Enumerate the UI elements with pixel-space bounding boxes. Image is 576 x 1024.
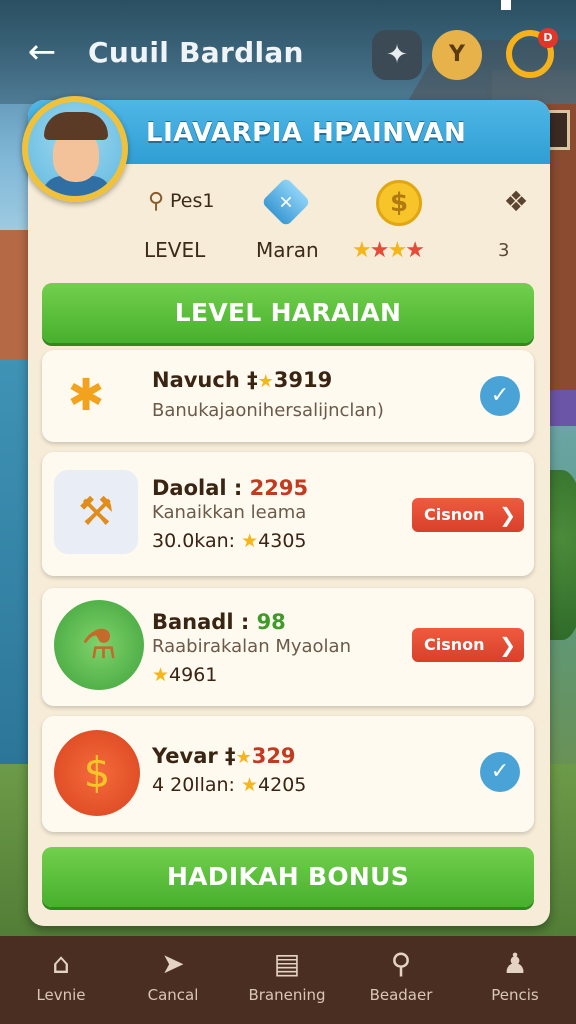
- task-title-text: Yevar: [152, 744, 218, 768]
- nav-label: Branening: [248, 986, 326, 1004]
- task-subtitle: Raabirakalan Myaolan: [152, 636, 351, 657]
- notification-badge: D: [538, 28, 558, 48]
- task-meta: 30.0kan: ★4305: [152, 530, 307, 552]
- chevron-right-icon: ❯: [499, 633, 516, 657]
- nav-item-cancel[interactable]: ➤ Cancal: [118, 944, 228, 1020]
- nav-item-home[interactable]: ⌂ Levnie: [6, 944, 116, 1020]
- nav-item-people[interactable]: ♟ Pencis: [460, 944, 570, 1020]
- star-icon: ★: [369, 238, 390, 263]
- star-icon: ★: [241, 530, 259, 552]
- star-icon: ★: [387, 238, 407, 263]
- gem-icon: +: [261, 177, 311, 227]
- task-title-text: Navuch: [152, 368, 240, 392]
- task-title: Daolal : 2295: [152, 476, 309, 500]
- bottom-nav: ⌂ Levnie ➤ Cancal ▤ Branening ⚲ Beadaer …: [0, 936, 576, 1024]
- check-icon: ✓: [480, 752, 520, 792]
- task-row[interactable]: $ Yevar ‡★329 4 20llan: ★4205 ✓: [42, 716, 534, 832]
- bonus-button[interactable]: HADIKAH BONUS: [42, 847, 534, 907]
- puzzle-icon: ✦: [386, 40, 408, 70]
- nav-label: Pencis: [491, 986, 539, 1004]
- action-label: Cisnon: [424, 505, 485, 524]
- back-button[interactable]: ←: [22, 30, 62, 74]
- nav-item-list[interactable]: ▤ Branening: [232, 944, 342, 1020]
- task-row[interactable]: ✱ Navuch ‡★3919 Banukajaonihersalijnclan…: [42, 350, 534, 442]
- task-meta-label: 4 20llan:: [152, 774, 235, 796]
- task-title-text: Daolal: [152, 476, 227, 500]
- task-meta-value: 4305: [258, 530, 307, 552]
- extra-value: 3: [498, 240, 510, 261]
- task-title: Navuch ‡★3919: [152, 368, 333, 392]
- nav-label: Beadaer: [369, 986, 433, 1004]
- profile-button[interactable]: Y: [432, 30, 482, 80]
- star-icon: ★: [405, 238, 425, 263]
- gold-bars-icon: ✱: [67, 370, 105, 421]
- task-meta: 4 20llan: ★4205: [152, 774, 306, 796]
- arrow-left-icon: ←: [27, 32, 57, 72]
- coin-icon: $: [376, 180, 422, 226]
- task-title-value: 329: [251, 744, 296, 768]
- share-button[interactable]: ✦: [372, 30, 422, 80]
- check-icon: ✓: [480, 376, 520, 416]
- laptop-icon: ⚒: [54, 470, 138, 554]
- list-icon: ▤: [273, 947, 301, 980]
- task-row[interactable]: ⚗ Banadl : 98 Raabirakalan Myaolan ★4961…: [42, 588, 534, 706]
- coins-icon: $: [54, 730, 140, 816]
- action-button[interactable]: Cisnon ❯: [412, 498, 524, 532]
- task-title-value: 98: [256, 610, 286, 634]
- task-row[interactable]: ⚒ Daolal : 2295 Kanaikkan leama 30.0kan:…: [42, 452, 534, 576]
- task-meta-label: 30.0kan:: [152, 530, 236, 552]
- task-meta-value: 4205: [258, 774, 307, 796]
- action-label: Cisnon: [424, 635, 485, 654]
- rating-stars: ★★★★: [352, 238, 425, 263]
- send-icon: ➤: [161, 947, 185, 980]
- home-icon: ⌂: [52, 947, 70, 980]
- task-subtitle: Banukajaonihersalijnclan): [152, 400, 384, 421]
- star-icon: ★: [257, 371, 274, 392]
- map-label: Maran: [256, 238, 319, 262]
- page-title: Cuuil Bardlan: [88, 36, 304, 69]
- avatar-hat: [44, 112, 108, 140]
- star-icon: ★: [235, 747, 252, 768]
- nav-label: Levnie: [36, 986, 86, 1004]
- task-meta-value: 4961: [169, 664, 218, 686]
- map-icon[interactable]: ❖: [494, 180, 538, 224]
- task-title-text: Banadl: [152, 610, 234, 634]
- chevron-right-icon: ❯: [499, 503, 516, 527]
- action-button[interactable]: Cisnon ❯: [412, 628, 524, 662]
- status-indicator: [501, 0, 511, 10]
- search-icon: ⚲: [390, 947, 412, 980]
- level-label: LEVEL: [144, 238, 206, 262]
- potion-bottle-icon: ⚗: [54, 600, 144, 690]
- nav-item-search[interactable]: ⚲ Beadaer: [346, 944, 456, 1020]
- task-title: Yevar ‡★329: [152, 744, 296, 768]
- star-icon: ★: [241, 774, 259, 796]
- task-title: Banadl : 98: [152, 610, 286, 634]
- profile-initial: Y: [449, 42, 465, 67]
- star-icon: ★: [352, 238, 372, 263]
- level-card: LIAVARPIA HPAINVAN ⚲ Pes1 + $ ❖ LEVEL Ma…: [28, 100, 550, 926]
- pes-label: Pes1: [170, 190, 215, 212]
- card-title: LIAVARPIA HPAINVAN: [146, 118, 467, 148]
- level-button[interactable]: LEVEL HARAIAN: [42, 283, 534, 343]
- users-icon: ♟: [502, 947, 528, 980]
- task-title-value: 3919: [273, 368, 333, 392]
- avatar[interactable]: [22, 96, 128, 202]
- task-title-value: 2295: [249, 476, 309, 500]
- star-icon: ★: [152, 664, 170, 686]
- task-meta: ★4961: [152, 664, 217, 686]
- nav-label: Cancal: [147, 986, 199, 1004]
- task-subtitle: Kanaikkan leama: [152, 502, 307, 523]
